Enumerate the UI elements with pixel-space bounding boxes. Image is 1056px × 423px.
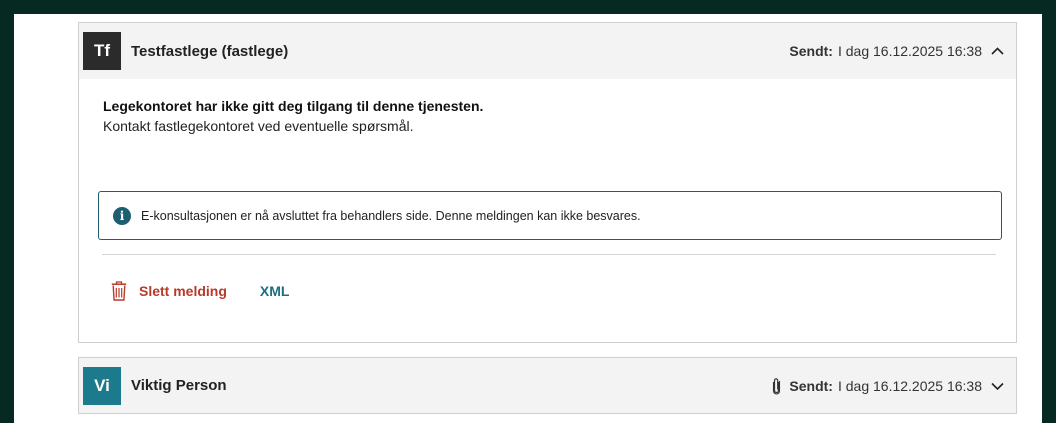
message-heading: Legekontoret har ikke gitt deg tilgang t… bbox=[103, 98, 484, 114]
sender-name: Viktig Person bbox=[131, 377, 227, 394]
xml-link[interactable]: XML bbox=[260, 283, 290, 299]
info-alert: i E-konsultasjonen er nå avsluttet fra b… bbox=[98, 191, 1002, 240]
frame-right-band bbox=[1042, 0, 1056, 423]
divider bbox=[102, 254, 996, 255]
message-text: Kontakt fastlegekontoret ved eventuelle … bbox=[103, 118, 414, 134]
info-icon: i bbox=[113, 206, 131, 225]
chevron-down-icon[interactable] bbox=[990, 379, 1004, 393]
sender-name: Testfastlege (fastlege) bbox=[131, 42, 289, 60]
sent-label: Sendt: bbox=[789, 377, 833, 394]
sent-label: Sendt: bbox=[789, 43, 833, 59]
chevron-up-icon[interactable] bbox=[990, 44, 1004, 58]
avatar: Vi bbox=[83, 366, 121, 405]
info-alert-text: E-konsultasjonen er nå avsluttet fra beh… bbox=[141, 208, 641, 223]
frame-top-band bbox=[0, 0, 1056, 14]
message-thread-viktig-person: Vi Viktig Person Sendt: I dag 16.12.2025… bbox=[78, 357, 1017, 414]
trash-icon bbox=[111, 281, 127, 301]
frame-left-band bbox=[0, 0, 14, 423]
delete-message-label: Slett melding bbox=[139, 283, 227, 299]
sent-timestamp: I dag 16.12.2025 16:38 bbox=[837, 377, 982, 394]
sent-info: Sendt: I dag 16.12.2025 16:38 bbox=[789, 43, 1004, 59]
message-header[interactable]: Vi Viktig Person Sendt: I dag 16.12.2025… bbox=[79, 358, 1016, 413]
sent-info: Sendt: I dag 16.12.2025 16:38 bbox=[772, 377, 1004, 395]
message-header[interactable]: Tf Testfastlege (fastlege) Sendt: I dag … bbox=[79, 23, 1016, 79]
paperclip-icon bbox=[772, 377, 781, 395]
message-actions: Slett melding XML bbox=[111, 281, 289, 301]
message-thread-testfastlege: Tf Testfastlege (fastlege) Sendt: I dag … bbox=[78, 22, 1017, 343]
delete-message-button[interactable]: Slett melding bbox=[111, 281, 227, 301]
message-body: Legekontoret har ikke gitt deg tilgang t… bbox=[79, 79, 1016, 136]
sent-timestamp: I dag 16.12.2025 16:38 bbox=[837, 43, 982, 59]
avatar: Tf bbox=[83, 32, 121, 70]
